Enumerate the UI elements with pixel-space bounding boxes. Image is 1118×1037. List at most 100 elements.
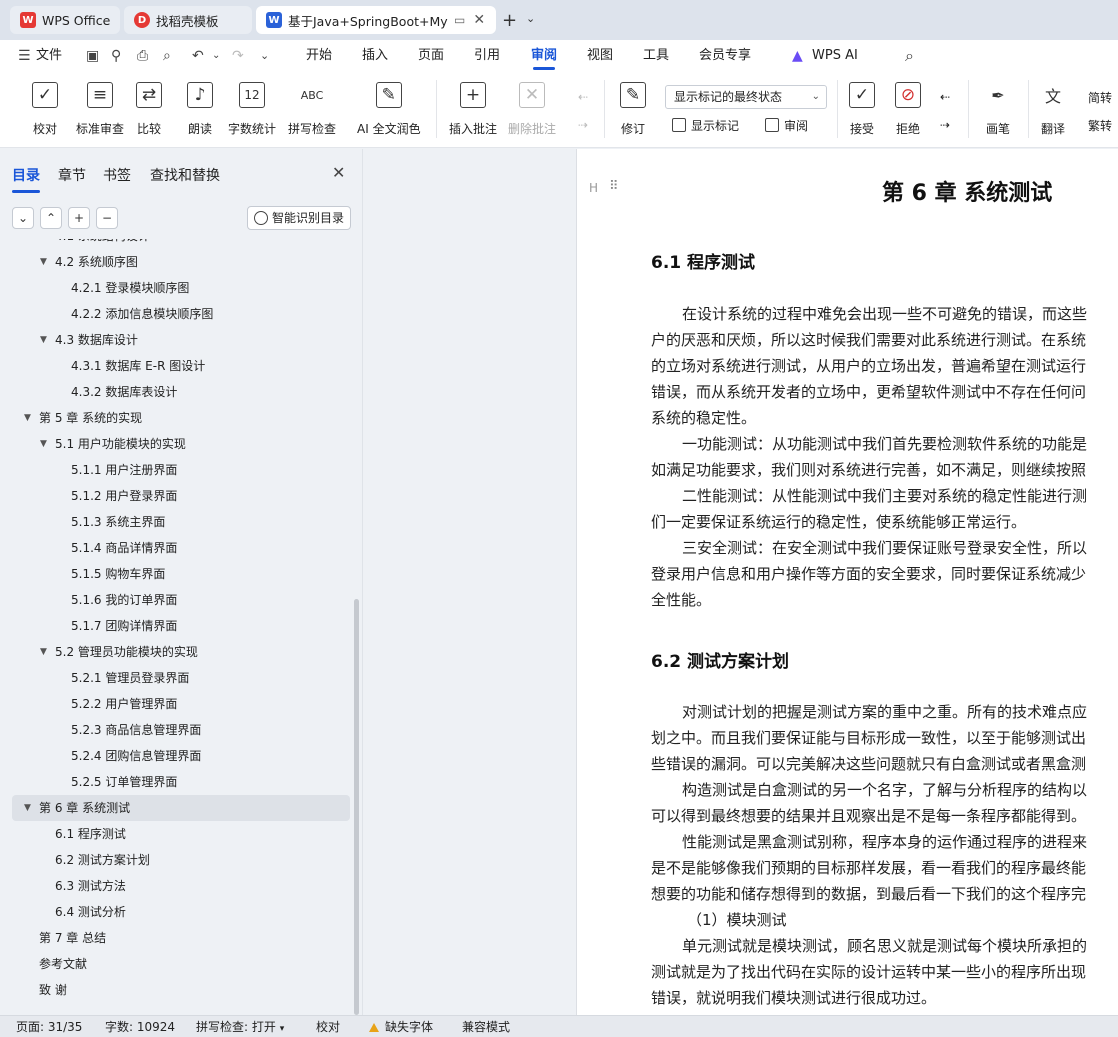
toc-item[interactable]: 5.1.7 团购详情界面 — [0, 613, 354, 639]
toc-item[interactable]: ▼ 4.3 数据库设计 — [0, 327, 354, 353]
chevron-down-icon[interactable]: ⌄ — [212, 40, 220, 72]
proofread-status[interactable]: 校对 — [316, 1016, 340, 1037]
delete-comment-button[interactable]: ✕ 删除批注 — [508, 80, 556, 142]
toc-item[interactable]: ▼ 4.2 系统顺序图 — [0, 249, 354, 275]
toc-item[interactable]: 致 谢 — [0, 977, 354, 1003]
save-icon[interactable]: ▣ — [86, 40, 99, 72]
expand-arrow-icon[interactable]: ▼ — [40, 639, 47, 665]
add-heading-button[interactable]: + — [68, 207, 90, 229]
ai-polish-button[interactable]: ✎ AI 全文润色 — [357, 80, 421, 142]
close-icon[interactable]: ✕ — [473, 12, 485, 28]
previous-comment-icon[interactable]: ⇠ — [578, 86, 588, 108]
toc-item[interactable]: 5.1.3 系统主界面 — [0, 509, 354, 535]
expand-arrow-icon[interactable]: ▼ — [40, 431, 47, 457]
simplified-chinese-button[interactable]: 简转 — [1088, 86, 1112, 108]
pen-button[interactable]: ✒ 画笔 — [985, 80, 1011, 142]
menu-home[interactable]: 开始 — [306, 40, 332, 72]
toc-item[interactable]: 5.2.5 订单管理界面 — [0, 769, 354, 795]
menu-wps-ai[interactable]: WPS AI — [812, 40, 858, 72]
menu-tools[interactable]: 工具 — [643, 40, 669, 72]
tab-sections[interactable]: 章节 — [58, 165, 86, 185]
print-icon[interactable]: ⎙ — [137, 40, 148, 72]
redo-icon[interactable]: ↷ — [232, 40, 244, 72]
toc-item[interactable]: 5.2.1 管理员登录界面 — [0, 665, 354, 691]
reject-button[interactable]: ⊘ 拒绝 — [895, 80, 921, 142]
tab-find-replace[interactable]: 查找和替换 — [150, 165, 220, 185]
menu-member[interactable]: 会员专享 — [699, 40, 751, 72]
menu-review[interactable]: 审阅 — [531, 40, 557, 72]
close-icon[interactable]: ✕ — [332, 163, 345, 182]
search-icon[interactable]: ⌕ — [905, 40, 914, 72]
toc-item[interactable]: 5.2.2 用户管理界面 — [0, 691, 354, 717]
expand-arrow-icon[interactable]: ▼ — [40, 249, 47, 275]
heading-marker-icon[interactable]: H — [589, 181, 598, 195]
show-markup-button[interactable]: 显示标记 — [672, 114, 739, 136]
compare-button[interactable]: ⇄ 比较 — [136, 80, 162, 142]
expand-down-button[interactable]: ⌄ — [12, 207, 34, 229]
toc-item[interactable]: 6.4 测试分析 — [0, 899, 354, 925]
toc-item[interactable]: 5.1.6 我的订单界面 — [0, 587, 354, 613]
spell-check-button[interactable]: ABC 拼写检查 — [288, 80, 336, 142]
toc-item[interactable]: 5.1.4 商品详情界面 — [0, 535, 354, 561]
screen-icon[interactable]: ▭ — [454, 13, 465, 27]
share-icon[interactable]: ⚲ — [111, 40, 121, 72]
next-change-icon[interactable]: ⇢ — [940, 114, 950, 136]
more-icon[interactable]: ⌄ — [260, 40, 269, 72]
expand-arrow-icon[interactable]: ▼ — [24, 405, 31, 431]
toc-item[interactable]: ▼ 5.1 用户功能模块的实现 — [0, 431, 354, 457]
next-comment-icon[interactable]: ⇢ — [578, 114, 588, 136]
track-changes-button[interactable]: ✎ 修订 — [620, 80, 646, 142]
menu-reference[interactable]: 引用 — [474, 40, 500, 72]
translate-button[interactable]: 文 翻译 — [1040, 80, 1066, 142]
previous-change-icon[interactable]: ⇠ — [940, 86, 950, 108]
standard-review-button[interactable]: ≡ 标准审查 — [76, 80, 124, 142]
collapse-up-button[interactable]: ⌃ — [40, 207, 62, 229]
accept-button[interactable]: ✓ 接受 — [849, 80, 875, 142]
hamburger-icon[interactable]: ☰ — [18, 40, 31, 72]
missing-font-status[interactable]: 缺失字体 — [369, 1016, 433, 1037]
proofread-button[interactable]: ✓ 校对 — [32, 80, 58, 142]
toc-item[interactable]: ▼ 5.2 管理员功能模块的实现 — [0, 639, 354, 665]
word-count-button[interactable]: 12 字数统计 — [228, 80, 276, 142]
remove-heading-button[interactable]: − — [96, 207, 118, 229]
toc-item[interactable]: 5.1.1 用户注册界面 — [0, 457, 354, 483]
toc-item[interactable]: 6.2 测试方案计划 — [0, 847, 354, 873]
chevron-down-icon[interactable]: ⌄ — [526, 12, 535, 25]
toc-item[interactable]: 5.1.2 用户登录界面 — [0, 483, 354, 509]
menu-insert[interactable]: 插入 — [362, 40, 388, 72]
expand-arrow-icon[interactable]: ▼ — [40, 327, 47, 353]
markup-mode-select[interactable]: 显示标记的最终状态 ⌄ — [665, 85, 827, 109]
wps-ai-icon[interactable]: ▲ — [792, 40, 803, 72]
toc-item[interactable]: 4.1 系统结构设计 — [0, 239, 354, 249]
new-tab-icon[interactable]: + — [502, 10, 517, 31]
insert-comment-button[interactable]: + 插入批注 — [449, 80, 497, 142]
toc-item[interactable]: 5.2.3 商品信息管理界面 — [0, 717, 354, 743]
toc-item[interactable]: 第 7 章 总结 — [0, 925, 354, 951]
menu-page[interactable]: 页面 — [418, 40, 444, 72]
toc-item[interactable]: 6.1 程序测试 — [0, 821, 354, 847]
toc-item[interactable]: 4.2.2 添加信息模块顺序图 — [0, 301, 354, 327]
toc-scrollbar[interactable] — [354, 599, 359, 1015]
page-indicator[interactable]: 页面: 31/35 — [16, 1016, 82, 1037]
tab-toc[interactable]: 目录 — [12, 165, 40, 193]
toc-item[interactable]: ▼ 第 5 章 系统的实现 — [0, 405, 354, 431]
menu-file[interactable]: 文件 — [36, 40, 62, 72]
expand-arrow-icon[interactable]: ▼ — [24, 795, 31, 821]
toc-item[interactable]: 5.2.4 团购信息管理界面 — [0, 743, 354, 769]
traditional-chinese-button[interactable]: 繁转 — [1088, 114, 1112, 136]
toc-item[interactable]: 4.2.1 登录模块顺序图 — [0, 275, 354, 301]
tab-bookmarks[interactable]: 书签 — [103, 165, 131, 185]
drag-handle-icon[interactable]: ⠿ — [609, 179, 618, 194]
toc-item[interactable]: 5.1.5 购物车界面 — [0, 561, 354, 587]
smart-toc-button[interactable]: 智能识别目录 — [247, 206, 351, 230]
review-pane-button[interactable]: 审阅 — [765, 114, 808, 136]
undo-icon[interactable]: ↶ — [192, 40, 204, 72]
tab-template[interactable]: D 找稻壳模板 — [124, 6, 252, 34]
spell-check-status[interactable]: 拼写检查: 打开 ▾ — [196, 1016, 284, 1037]
toc-item[interactable]: 4.3.1 数据库 E-R 图设计 — [0, 353, 354, 379]
word-count[interactable]: 字数: 10924 — [105, 1016, 175, 1037]
tab-wps-office[interactable]: W WPS Office — [10, 6, 120, 34]
menu-view[interactable]: 视图 — [587, 40, 613, 72]
toc-item[interactable]: 6.3 测试方法 — [0, 873, 354, 899]
toc-item[interactable]: 4.3.2 数据库表设计 — [0, 379, 354, 405]
